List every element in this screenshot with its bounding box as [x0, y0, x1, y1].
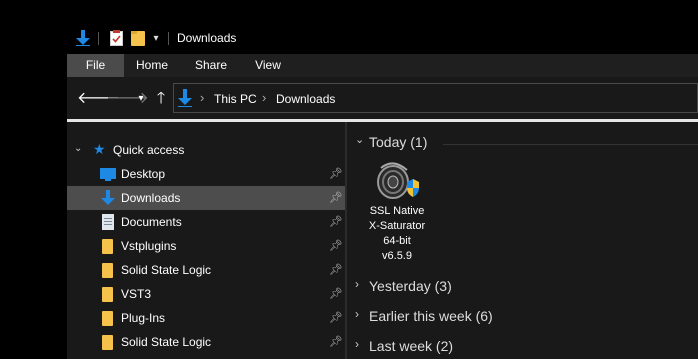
- file-item[interactable]: SSL Native X-Saturator 64-bit v6.5.9: [360, 158, 434, 270]
- download-arrow-icon[interactable]: [75, 30, 91, 46]
- group-label: Last week (2): [369, 338, 454, 354]
- window-title: Downloads: [177, 31, 237, 45]
- quick-access-item[interactable]: ⌄ ★ Quick access: [67, 138, 345, 162]
- ribbon-tabs: File Home Share View: [67, 54, 698, 77]
- chevron-down-icon: ⌄: [355, 134, 365, 146]
- group-label: Today (1): [369, 134, 428, 150]
- navigation-bar: 🡐 🡒 ▾ 🡑 › This PC › Downloads: [67, 77, 698, 119]
- tab-share[interactable]: Share: [188, 54, 234, 77]
- nav-item-label: Plug-Ins: [121, 311, 166, 325]
- nav-item-label: Downloads: [121, 191, 181, 205]
- recent-locations-button[interactable]: ▾: [131, 89, 151, 109]
- desktop-icon: [100, 166, 116, 182]
- properties-icon[interactable]: [108, 30, 124, 46]
- tab-home[interactable]: Home: [130, 54, 174, 77]
- toolbar-separator: [168, 32, 169, 45]
- folder-icon: [102, 239, 113, 254]
- nav-item-label: Solid State Logic: [121, 335, 212, 349]
- up-button[interactable]: 🡑: [151, 89, 171, 109]
- nav-item-desktop[interactable]: Desktop 📌︎: [67, 162, 345, 186]
- title-bar: ▾ Downloads: [67, 22, 698, 54]
- nav-item-plug-ins[interactable]: Plug-Ins 📌︎: [67, 306, 345, 330]
- tab-file[interactable]: File: [67, 54, 124, 77]
- chevron-right-icon: ›: [355, 277, 359, 291]
- nav-item-label: Vstplugins: [121, 239, 177, 253]
- download-arrow-icon: [100, 190, 116, 206]
- nav-item-label: Desktop: [121, 167, 166, 181]
- nav-item-label: VST3: [121, 287, 152, 301]
- folder-icon: [102, 263, 113, 278]
- nav-item-vstplugins[interactable]: Vstplugins 📌︎: [67, 234, 345, 258]
- folder-icon: [102, 335, 113, 350]
- group-header-today[interactable]: ⌄ Today (1): [347, 130, 698, 154]
- pin-icon: 📌︎: [329, 168, 343, 180]
- forward-button[interactable]: 🡒: [106, 89, 149, 109]
- back-button[interactable]: 🡐: [77, 89, 120, 109]
- nav-item-solid-state-logic-2[interactable]: Solid State Logic 📌︎: [67, 330, 345, 354]
- file-name-line: v6.5.9: [382, 250, 412, 262]
- pin-icon: 📌︎: [329, 240, 343, 252]
- tab-view[interactable]: View: [248, 54, 288, 77]
- folder-icon: [102, 287, 113, 302]
- download-arrow-icon: [178, 89, 192, 107]
- new-folder-icon[interactable]: [130, 30, 146, 46]
- file-name-line: X-Saturator: [368, 220, 426, 232]
- pin-icon: 📌︎: [329, 192, 343, 204]
- star-icon: ★: [93, 141, 106, 157]
- breadcrumb-separator[interactable]: ›: [200, 90, 204, 105]
- quick-access-label: Quick access: [113, 143, 185, 157]
- chevron-down-icon[interactable]: ⌄: [74, 143, 82, 154]
- chevron-right-icon: ›: [355, 307, 359, 321]
- pin-icon: 📌︎: [329, 288, 343, 300]
- installer-shield-icon: [375, 160, 423, 200]
- nav-item-documents[interactable]: Documents 📌︎: [67, 210, 345, 234]
- pin-icon: 📌︎: [329, 216, 343, 228]
- documents-icon: [100, 214, 116, 230]
- group-header-earlier-this-week[interactable]: › Earlier this week (6): [347, 304, 698, 328]
- file-name-line: SSL Native: [369, 205, 425, 217]
- navigation-pane: ⌄ ★ Quick access Desktop 📌︎ Downloads 📌︎…: [67, 122, 345, 359]
- group-divider: [443, 144, 698, 145]
- nav-item-solid-state-logic[interactable]: Solid State Logic 📌︎: [67, 258, 345, 282]
- customize-toolbar-icon[interactable]: ▾: [149, 30, 163, 46]
- nav-item-vst3[interactable]: VST3 📌︎: [67, 282, 345, 306]
- nav-item-label: Documents: [121, 215, 182, 229]
- toolbar-separator: [98, 32, 99, 45]
- nav-item-downloads[interactable]: Downloads 📌︎: [67, 186, 345, 210]
- address-bar[interactable]: › This PC › Downloads: [173, 83, 698, 113]
- pin-icon: 📌︎: [329, 312, 343, 324]
- breadcrumb-downloads[interactable]: Downloads: [276, 92, 335, 106]
- explorer-window: ▾ Downloads File Home Share View 🡐 🡒 ▾ 🡑…: [67, 22, 698, 359]
- group-label: Yesterday (3): [369, 278, 452, 294]
- breadcrumb-this-pc[interactable]: This PC: [214, 92, 257, 106]
- nav-item-label: Solid State Logic: [121, 263, 212, 277]
- folder-icon: [102, 311, 113, 326]
- breadcrumb-separator[interactable]: ›: [262, 90, 266, 105]
- pin-icon: 📌︎: [329, 336, 343, 348]
- chevron-right-icon: ›: [355, 337, 359, 351]
- file-list-pane: ⌄ Today (1) SSL Native X-Saturator 64-bi…: [347, 122, 698, 359]
- group-label: Earlier this week (6): [369, 308, 493, 324]
- group-header-yesterday[interactable]: › Yesterday (3): [347, 274, 698, 298]
- pin-icon: 📌︎: [329, 264, 343, 276]
- file-name-line: 64-bit: [383, 235, 411, 247]
- group-header-last-week[interactable]: › Last week (2): [347, 334, 698, 358]
